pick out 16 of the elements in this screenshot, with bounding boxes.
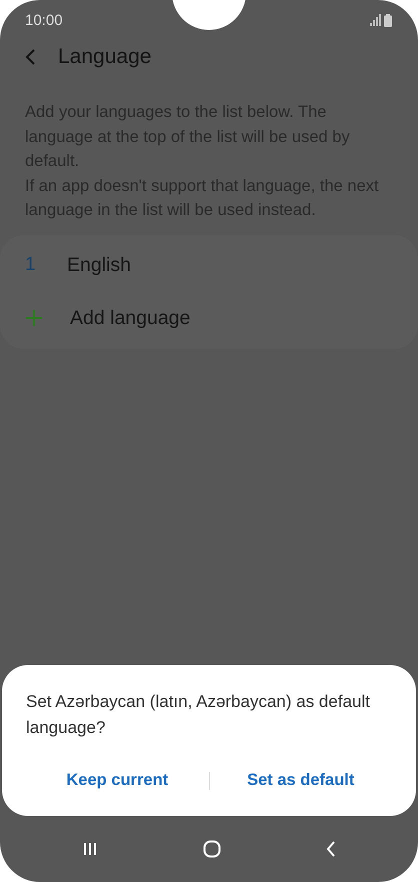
add-language-label: Add language xyxy=(70,306,190,330)
plus-icon xyxy=(25,309,43,327)
signal-icon xyxy=(369,14,381,26)
dialog-button[interactable]: Keep current xyxy=(26,763,208,798)
battery-icon xyxy=(384,14,392,26)
page-title: Language xyxy=(58,45,152,69)
order-number: 1 xyxy=(25,254,37,276)
language-item[interactable]: 1 English xyxy=(0,238,418,292)
dialog-button[interactable]: Set as default xyxy=(210,763,392,798)
home-icon xyxy=(202,840,221,858)
back-icon xyxy=(326,841,336,857)
add-language-item[interactable]: Add language xyxy=(0,292,418,344)
status-time: 10:00 xyxy=(25,12,63,28)
dialog-message: Set Azərbaycan (latın, Azərbaycan) as default language? xyxy=(26,691,371,739)
language-name: English xyxy=(67,254,131,276)
recents-icon xyxy=(82,842,98,856)
